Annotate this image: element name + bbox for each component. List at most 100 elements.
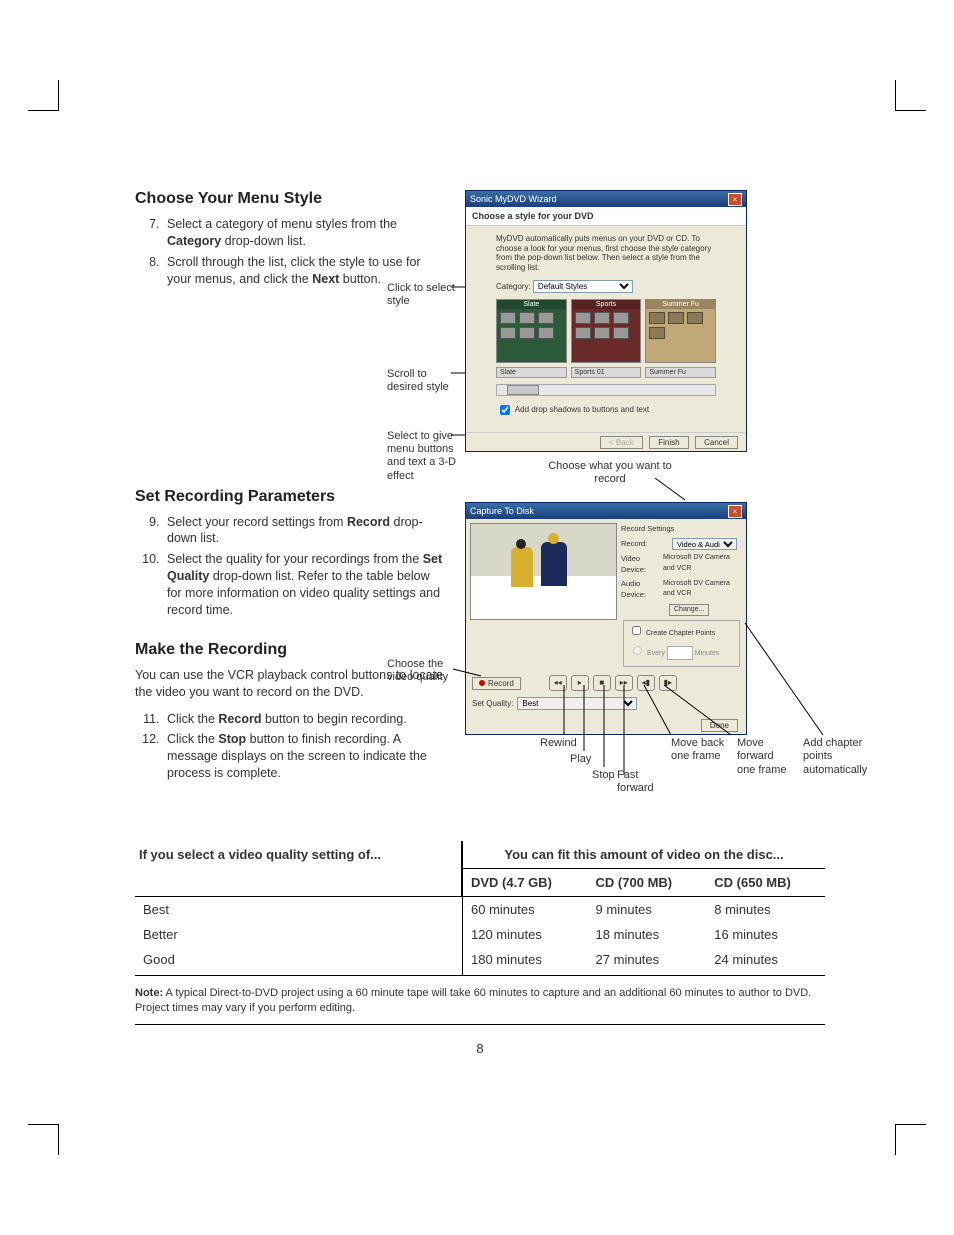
cancel-button[interactable]: Cancel: [695, 436, 738, 449]
annotation-choose-quality: Choose the video quality: [387, 658, 457, 684]
annotation-move-back: Move back one frame: [671, 737, 733, 763]
audio-device-value: Microsoft DV Camera and VCR: [663, 579, 742, 600]
chapter-label: Create Chapter Points: [646, 630, 715, 637]
style-tile-slate[interactable]: Slate: [496, 299, 567, 363]
video-preview: [470, 523, 617, 620]
step-10-text-a: Select the quality for your recordings f…: [167, 552, 423, 566]
step-7-bold: Category: [167, 234, 221, 248]
record-select[interactable]: Video & Audio: [672, 538, 737, 550]
annotation-click-select: Click to select style: [387, 282, 459, 308]
cell-cd650: 8 minutes: [706, 897, 825, 922]
chapter-checkbox[interactable]: [632, 626, 641, 635]
annotation-scroll-desired: Scroll to desired style: [387, 368, 459, 394]
step-7: Select a category of menu styles from th…: [163, 216, 445, 250]
page-number: 8: [135, 1041, 825, 1056]
record-settings-label: Record Settings: [621, 523, 674, 534]
heading-set-recording: Set Recording Parameters: [135, 488, 445, 506]
annotation-choose-record: Choose what you want to record: [545, 460, 675, 486]
cell-cd700: 18 minutes: [588, 922, 707, 947]
finish-button[interactable]: Finish: [649, 436, 688, 449]
cell-quality: Better: [135, 922, 462, 947]
done-button[interactable]: Done: [701, 719, 738, 732]
crop-mark-br: [895, 1124, 926, 1155]
cell-dvd: 120 minutes: [462, 922, 588, 947]
video-device-value: Microsoft DV Camera and VCR: [663, 553, 742, 574]
annotation-move-fwd: Move forward one frame: [737, 737, 792, 777]
step-12-text-a: Click the: [167, 732, 218, 746]
back-button[interactable]: < Back: [600, 436, 643, 449]
col-dvd: DVD (4.7 GB): [462, 869, 588, 897]
style-tile-summer[interactable]: Summer Fu: [645, 299, 716, 363]
heading-make-recording: Make the Recording: [135, 641, 445, 659]
wizard-window: Sonic MyDVD Wizard × Choose a style for …: [465, 190, 747, 452]
annotation-add-chapter: Add chapter points automatically: [803, 737, 863, 777]
cell-quality: Best: [135, 897, 462, 922]
style-scrollbar[interactable]: [496, 384, 716, 396]
record-icon: [479, 680, 485, 686]
cell-cd700: 27 minutes: [588, 947, 707, 976]
step-forward-button[interactable]: ▮▸: [659, 675, 677, 691]
audio-device-label: Audio Device:: [621, 578, 660, 601]
crop-mark-bl: [28, 1124, 59, 1155]
crop-mark-tr: [895, 80, 926, 111]
annotation-3d-effect: Select to give menu buttons and text a 3…: [387, 430, 459, 483]
tile-head-sports: Sports: [572, 300, 641, 309]
capture-title: Capture To Disk: [470, 506, 534, 516]
every-label: Every: [647, 650, 665, 657]
set-quality-label: Set Quality:: [472, 699, 513, 708]
drop-shadow-label: Add drop shadows to buttons and text: [515, 405, 649, 414]
step-8-text-a: Scroll through the list, click the style…: [167, 255, 421, 286]
rewind-button[interactable]: ◂◂: [549, 675, 567, 691]
annotation-play: Play: [570, 753, 591, 766]
video-device-label: Video Device:: [621, 553, 660, 576]
cell-cd700: 9 minutes: [588, 897, 707, 922]
cell-cd650: 24 minutes: [706, 947, 825, 976]
crop-mark-tl: [28, 80, 59, 111]
close-icon[interactable]: ×: [728, 505, 742, 518]
step-9: Select your record settings from Record …: [163, 514, 445, 548]
annotation-stop: Stop: [592, 769, 615, 782]
note-text: A typical Direct-to-DVD project using a …: [135, 987, 811, 1014]
wizard-heading: Choose a style for your DVD: [466, 207, 746, 226]
step-10: Select the quality for your recordings f…: [163, 551, 445, 619]
set-quality-select[interactable]: Best: [517, 697, 637, 710]
table-left-head: If you select a video quality setting of…: [139, 847, 381, 862]
stop-button[interactable]: ■: [593, 675, 611, 691]
record-button-label: Record: [488, 679, 514, 688]
style-tile-sports[interactable]: Sports: [571, 299, 642, 363]
step-7-text-b: drop-down list.: [221, 234, 306, 248]
play-button[interactable]: ▸: [571, 675, 589, 691]
step-11-text-b: button to begin recording.: [261, 712, 406, 726]
scroll-label-sports: Sports 01: [571, 367, 642, 378]
capture-window: Capture To Disk × Record Settings: [465, 502, 747, 735]
step-7-text-a: Select a category of menu styles from th…: [167, 217, 397, 231]
fast-forward-button[interactable]: ▸▸: [615, 675, 633, 691]
table-row: Better 120 minutes 18 minutes 16 minutes: [135, 922, 825, 947]
step-12-bold: Stop: [218, 732, 246, 746]
step-8-bold: Next: [312, 272, 339, 286]
category-select[interactable]: Default Styles: [533, 280, 633, 293]
scroll-label-slate: Slate: [496, 367, 567, 378]
minutes-input[interactable]: [667, 646, 693, 660]
record-button[interactable]: Record: [472, 677, 521, 690]
table-row: Good 180 minutes 27 minutes 24 minutes: [135, 947, 825, 976]
note: Note: A typical Direct-to-DVD project us…: [135, 986, 825, 1025]
step-back-button[interactable]: ◂▮: [637, 675, 655, 691]
step-11-text-a: Click the: [167, 712, 218, 726]
cell-dvd: 180 minutes: [462, 947, 588, 976]
wizard-description: MyDVD automatically puts menus on your D…: [466, 226, 746, 276]
quality-table: If you select a video quality setting of…: [135, 841, 825, 976]
annotation-rewind: Rewind: [540, 737, 577, 750]
close-icon[interactable]: ×: [728, 193, 742, 206]
record-label: Record:: [621, 538, 669, 549]
cell-dvd: 60 minutes: [462, 897, 588, 922]
wizard-title: Sonic MyDVD Wizard: [470, 194, 557, 204]
tile-head-slate: Slate: [497, 300, 566, 309]
table-subhead: You can fit this amount of video on the …: [462, 841, 825, 869]
drop-shadow-checkbox[interactable]: [500, 405, 510, 415]
step-11-bold: Record: [218, 712, 261, 726]
tile-head-summer: Summer Fu: [646, 300, 715, 309]
heading-choose-menu: Choose Your Menu Style: [135, 190, 445, 208]
change-button[interactable]: Change...: [669, 604, 709, 617]
cell-quality: Good: [135, 947, 462, 976]
